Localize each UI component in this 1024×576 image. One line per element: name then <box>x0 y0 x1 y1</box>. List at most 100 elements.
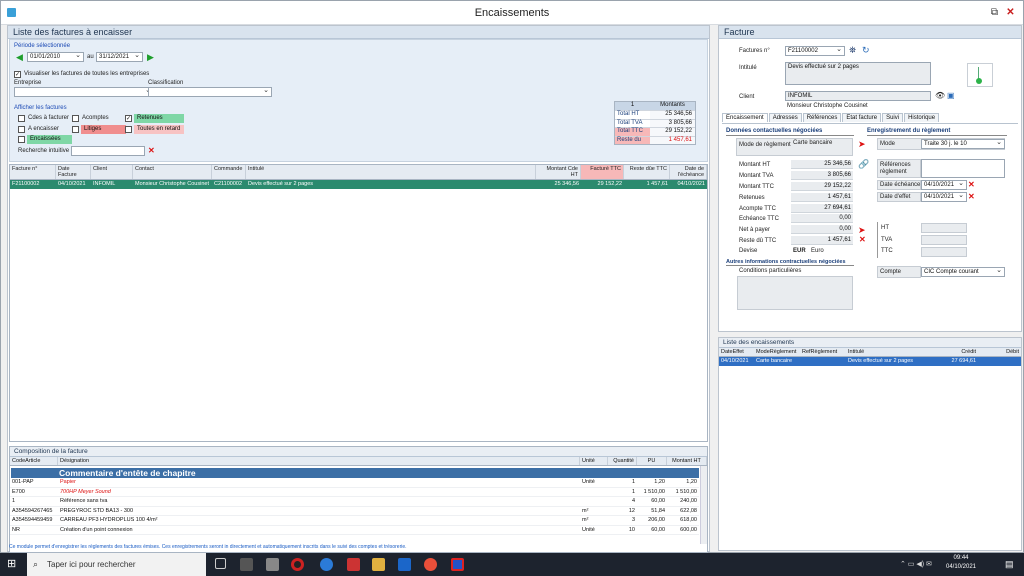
windows-start-icon[interactable]: ⊞ <box>7 558 20 571</box>
table-row[interactable]: F21100002 04/10/2021 INFOMIL Monsieur Ch… <box>10 180 707 189</box>
col-intitule[interactable]: Intitulé <box>246 165 536 179</box>
refresh-icon[interactable]: ↻ <box>862 45 870 56</box>
col-codearticle[interactable]: CodeArticle <box>10 457 58 465</box>
prev-period-button[interactable]: ◀ <box>14 52 25 62</box>
col-facture-ttc[interactable]: Facturé TTC <box>581 165 624 179</box>
apply-arrow-icon[interactable]: ➤ <box>858 139 866 150</box>
active-app-icon[interactable] <box>451 558 464 571</box>
tab-etat-facture[interactable]: Etat facture <box>842 113 882 122</box>
date-ech-label: Date échéance <box>880 182 921 188</box>
next-period-button[interactable]: ▶ <box>145 52 156 62</box>
col-client[interactable]: Client <box>91 165 133 179</box>
notifications-icon[interactable]: ▤ <box>1005 559 1014 570</box>
refs-input[interactable] <box>921 159 1005 178</box>
col-montant[interactable]: Montant Cde HT <box>536 165 581 179</box>
eye-icon[interactable]: 👁 <box>935 91 945 100</box>
ht-field[interactable] <box>921 223 967 233</box>
col-quantite[interactable]: Quantité <box>608 457 637 465</box>
date-ech-field[interactable]: 04/10/2021 <box>921 180 967 190</box>
retard-checkbox[interactable] <box>125 126 132 133</box>
col-reste[interactable]: Reste dûe TTC <box>624 165 670 179</box>
date-from-field[interactable]: 01/01/2010 <box>27 52 84 62</box>
tab-suivi[interactable]: Suivi <box>882 113 904 122</box>
acomptes-checkbox[interactable] <box>72 115 79 122</box>
cell-intitule: Devis effectué sur 2 pages <box>248 181 314 187</box>
taskbar-search-input[interactable]: Taper ici pour rechercher <box>27 553 206 576</box>
col-montant-ht[interactable]: Montant HT <box>667 457 707 465</box>
aencaisser-checkbox[interactable] <box>18 126 25 133</box>
encaissees-checkbox[interactable] <box>18 136 25 143</box>
intitule-field[interactable]: Devis effectué sur 2 pages <box>785 62 931 85</box>
retenues-checkbox[interactable]: ✓ <box>125 115 132 122</box>
tab-adresses[interactable]: Adresses <box>768 113 802 122</box>
list-item[interactable]: NR Création d'un point connexion Unité 10 60… <box>10 526 699 535</box>
col-designation[interactable]: Désignation <box>58 457 580 465</box>
recherche-input[interactable] <box>71 146 145 156</box>
classification-select[interactable] <box>148 87 272 97</box>
col-echeance[interactable]: Date de l'échéance <box>670 165 707 179</box>
retenues-value: 1 457,61 <box>791 193 853 202</box>
binoculars-icon[interactable]: ⛯ <box>849 45 856 56</box>
record-app-icon[interactable] <box>291 558 304 571</box>
contact-card-icon[interactable]: ▣ <box>947 91 955 100</box>
mode2-select[interactable]: Traite 30 j. le 10 <box>921 139 1005 149</box>
clear-date-eff-icon[interactable]: ✕ <box>968 193 975 201</box>
visualiser-checkbox[interactable]: ✓ <box>14 71 21 78</box>
clear-date-ech-icon[interactable]: ✕ <box>968 181 975 189</box>
col-refreglement[interactable]: RefRèglement <box>800 348 846 356</box>
chrome-icon[interactable] <box>424 558 437 571</box>
cell-client: INFOMIL <box>93 181 116 187</box>
tva-field[interactable] <box>921 235 967 245</box>
col-date[interactable]: Date Facture <box>56 165 91 179</box>
taskbar-app-1-icon[interactable] <box>240 558 253 571</box>
compte-select[interactable]: CIC Compte courant <box>921 267 1005 277</box>
clear-amount-icon[interactable]: ✕ <box>859 236 866 244</box>
task-view-icon[interactable] <box>215 558 226 569</box>
col-intitule-enc[interactable]: Intitulé <box>846 348 936 356</box>
cdes-checkbox[interactable] <box>18 115 25 122</box>
entreprise-select[interactable] <box>14 87 154 97</box>
taskbar-app-2-icon[interactable] <box>266 558 279 571</box>
tva-label: TVA <box>881 237 893 243</box>
list-item[interactable]: A354594267465 PREGYROC STD BA13 - 300 m² 12… <box>10 507 699 516</box>
file-explorer-icon[interactable] <box>372 558 385 571</box>
clock-time[interactable]: 09:44 <box>944 555 978 561</box>
tab-references[interactable]: Références <box>802 113 842 122</box>
col-unite[interactable]: Unité <box>580 457 608 465</box>
col-modereglement[interactable]: ModeRèglement <box>754 348 800 356</box>
col-debit[interactable]: Débit <box>978 348 1021 356</box>
col-dateeffet[interactable]: DateEffet <box>719 348 754 356</box>
clock-date[interactable]: 04/10/2021 <box>944 564 978 570</box>
restore-icon[interactable]: ⧉ <box>989 7 1000 18</box>
outlook-icon[interactable] <box>398 558 411 571</box>
list-item[interactable]: E700 700HP Meyer Sound 1 1 510,00 1 510,00 <box>10 488 699 497</box>
client-field[interactable]: INFOMIL <box>785 91 931 101</box>
list-item[interactable]: 001-PAP Papier Unité 1 1,20 1,20 <box>10 478 699 488</box>
col-contact[interactable]: Contact <box>133 165 212 179</box>
facture-numero-select[interactable]: F21100002 <box>785 46 845 56</box>
cell-reste: 1 457,61 <box>646 181 668 187</box>
date-eff-field[interactable]: 04/10/2021 <box>921 192 967 202</box>
col-commande[interactable]: Commande <box>212 165 246 179</box>
col-facture[interactable]: Facture n° <box>10 165 56 179</box>
clear-search-icon[interactable]: ✕ <box>148 147 155 155</box>
tab-historique[interactable]: Historique <box>904 113 940 122</box>
col-pu[interactable]: PU <box>637 457 667 465</box>
ttc-field[interactable] <box>921 247 967 257</box>
composition-scrollbar[interactable] <box>700 466 707 544</box>
edge-icon[interactable] <box>320 558 333 571</box>
conditions-box[interactable] <box>737 276 853 310</box>
cell-code: A354594267465 <box>12 507 53 514</box>
link-icon[interactable]: 🔗 <box>858 159 869 170</box>
taskbar-app-3-icon[interactable] <box>347 558 360 571</box>
tray-icons[interactable]: ⌃ ▭ ◀) ✉ <box>900 560 932 568</box>
litiges-checkbox[interactable] <box>72 126 79 133</box>
chapter-row[interactable]: Commentaire d'entête de chapitre <box>11 468 699 478</box>
list-item[interactable]: 1 Référence sans tva 4 60,00 240,00 <box>10 497 699 507</box>
col-credit[interactable]: Crédit <box>936 348 978 356</box>
close-icon[interactable]: ✕ <box>1005 7 1016 18</box>
tab-encaissement[interactable]: Encaissement <box>722 113 768 122</box>
list-item[interactable]: A354594459459 CARREAU PF3 HYDROPLUS 100 4… <box>10 516 699 526</box>
date-to-field[interactable]: 31/12/2021 <box>96 52 143 62</box>
table-row[interactable]: 04/10/2021 Carte bancaire Devis effectué… <box>719 357 1021 366</box>
